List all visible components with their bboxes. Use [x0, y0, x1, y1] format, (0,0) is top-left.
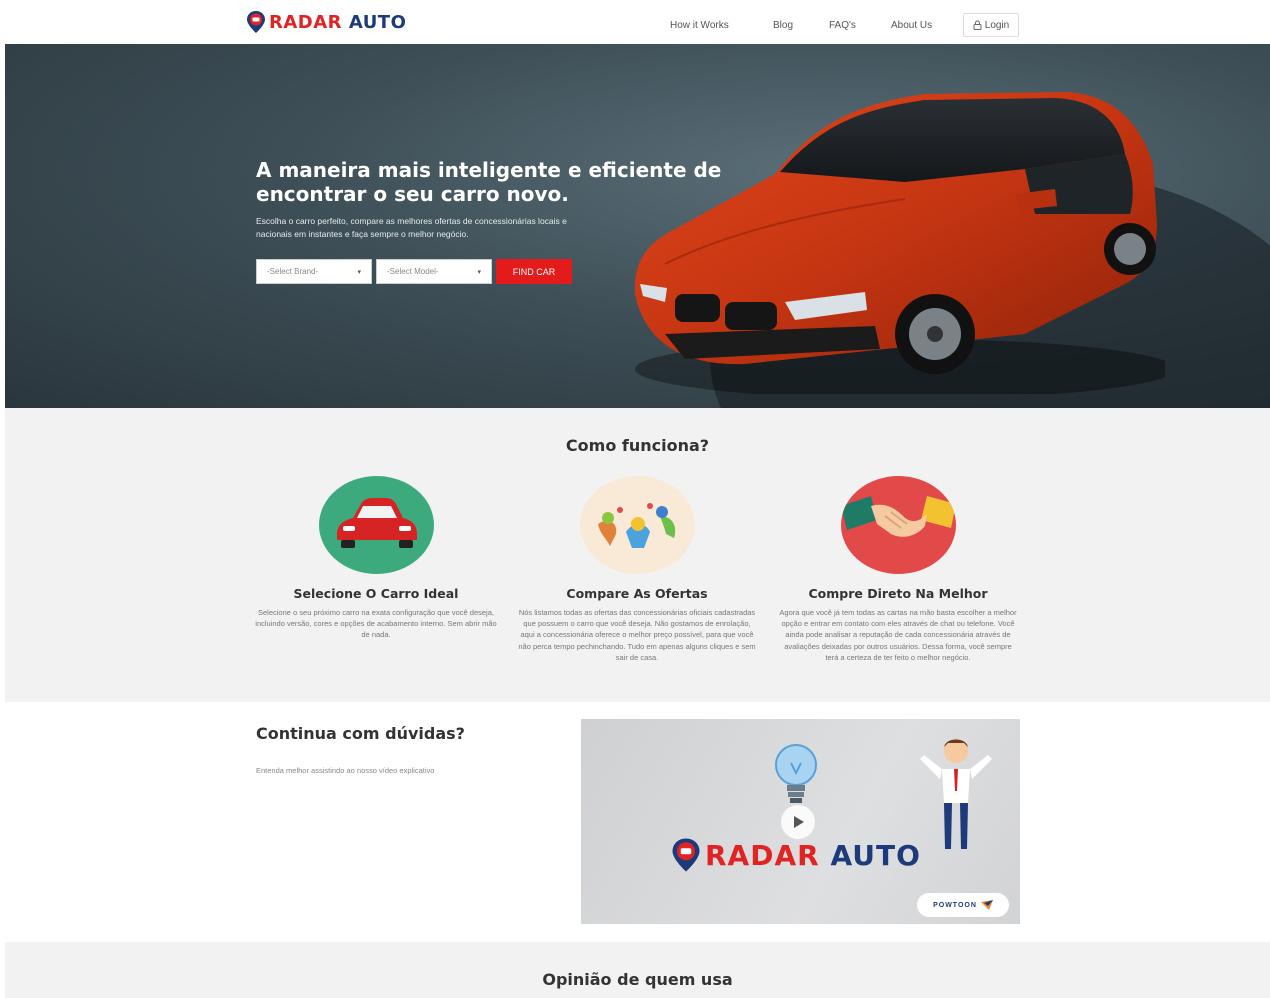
red-car-icon: [318, 476, 434, 574]
doubts-title: Continua com dúvidas?: [256, 724, 465, 743]
feature-text: Agora que você já tem todas as cartas na…: [779, 608, 1017, 662]
doubts-text: Entenda melhor assistindo ao nosso vídeo…: [256, 766, 435, 775]
hero-car-image: [634, 92, 1165, 394]
hero-section: A maneira mais inteligente e eficiente d…: [5, 44, 1270, 408]
feature-text: Nós listamos todas as ofertas das conces…: [518, 608, 756, 662]
video-logo-text: RADAR AUTO: [705, 838, 921, 872]
feature-title: Compare As Ofertas: [566, 586, 708, 601]
find-car-button[interactable]: FIND CAR: [496, 259, 572, 284]
location-pin-icon: [672, 838, 700, 872]
powtoon-logo-icon: [980, 900, 993, 910]
main-nav: How it Works Blog FAQ's About Us: [0, 14, 1270, 38]
brand-select[interactable]: -Select Brand- ▾: [256, 259, 372, 284]
feature-compare-offers: Compare As Ofertas Nós listamos todas as…: [512, 476, 762, 663]
feature-title: Selecione O Carro Ideal: [293, 586, 459, 601]
hero-title: A maneira mais inteligente e eficiente d…: [256, 158, 722, 206]
feature-text: Selecione o seu próximo carro na exata c…: [255, 608, 497, 640]
powtoon-label: POWTOON: [933, 901, 977, 909]
login-label: Login: [984, 19, 1010, 31]
nav-how-it-works[interactable]: How it Works: [670, 20, 729, 31]
how-it-works-section: Como funciona? Selecione O Carro Ideal S…: [5, 408, 1270, 702]
feature-title: Compre Direto Na Melhor: [808, 586, 988, 601]
model-select[interactable]: -Select Model- ▾: [376, 259, 492, 284]
brand-select-value: -Select Brand-: [267, 267, 319, 276]
nav-about-us[interactable]: About Us: [891, 20, 932, 31]
chevron-down-icon: ▾: [357, 268, 361, 276]
doubts-section: Continua com dúvidas? Entenda melhor ass…: [5, 702, 1270, 942]
powtoon-badge: POWTOON: [917, 893, 1009, 917]
model-select-value: -Select Model-: [387, 267, 439, 276]
birds-icon: [579, 476, 695, 574]
login-button[interactable]: Login: [963, 13, 1019, 37]
nav-faqs[interactable]: FAQ's: [829, 20, 856, 31]
how-title: Como funciona?: [565, 436, 710, 455]
handshake-icon: [840, 476, 956, 574]
play-button[interactable]: [781, 805, 815, 839]
opinion-title: Opinião de quem usa: [542, 970, 733, 989]
user-icon: [973, 20, 982, 30]
play-icon: [794, 816, 804, 828]
feature-select-car: Selecione O Carro Ideal Selecione o seu …: [251, 476, 501, 641]
site-header: RADAR AUTO How it Works Blog FAQ's About…: [0, 0, 1270, 44]
lightbulb-icon: [775, 744, 817, 803]
chevron-down-icon: ▾: [477, 268, 481, 276]
feature-buy-direct: Compre Direto Na Melhor Agora que você j…: [773, 476, 1023, 663]
explainer-video[interactable]: RADAR AUTO POWTOON: [581, 719, 1020, 924]
hero-subtitle: Escolha o carro perfeito, compare as mel…: [256, 216, 567, 239]
nav-blog[interactable]: Blog: [773, 20, 793, 31]
businessman-icon: [920, 739, 992, 849]
opinion-section: Opinião de quem usa: [5, 942, 1270, 998]
video-logo: RADAR AUTO: [671, 837, 921, 873]
